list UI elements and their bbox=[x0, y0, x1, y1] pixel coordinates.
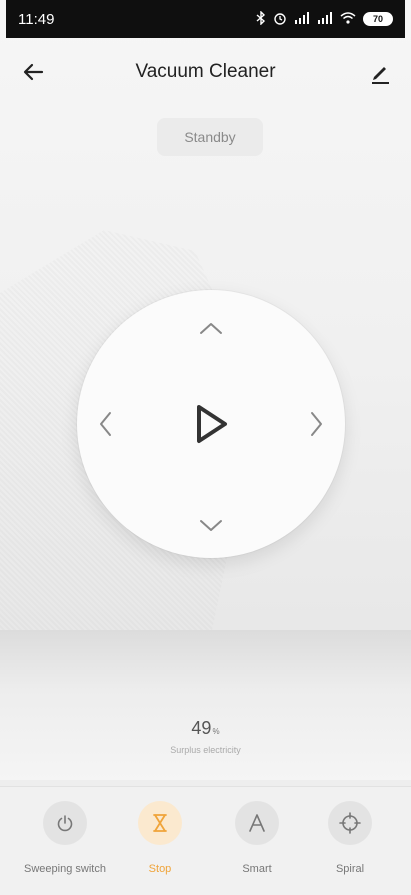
play-icon bbox=[197, 405, 227, 443]
battery-value: 49 bbox=[191, 718, 212, 738]
signal-icon bbox=[317, 11, 333, 27]
action-circle bbox=[43, 801, 87, 845]
power-icon bbox=[57, 815, 73, 832]
app-bar: Vacuum Cleaner bbox=[0, 50, 411, 94]
status-chip: Standby bbox=[157, 118, 263, 156]
app-screen: 11:49 70 Vacuum Cleaner Standby 49% Surp… bbox=[0, 0, 411, 895]
battery-icon: 70 bbox=[363, 12, 393, 26]
background-floor bbox=[0, 630, 411, 780]
play-button[interactable] bbox=[181, 394, 241, 454]
action-circle bbox=[235, 801, 279, 845]
action-circle bbox=[138, 801, 182, 845]
wifi-icon bbox=[340, 11, 356, 27]
status-time: 11:49 bbox=[18, 10, 55, 28]
move-down-button[interactable] bbox=[191, 508, 231, 544]
battery-readout: 49% Surplus electricity bbox=[0, 718, 411, 755]
page-title: Vacuum Cleaner bbox=[135, 61, 276, 82]
status-icons: 70 bbox=[256, 9, 393, 28]
battery-label: Surplus electricity bbox=[170, 745, 241, 755]
action-label: Smart bbox=[242, 863, 272, 875]
pencil-icon bbox=[372, 67, 389, 84]
move-up-button[interactable] bbox=[191, 310, 231, 346]
signal-icon bbox=[294, 11, 310, 27]
arrow-left-icon bbox=[23, 63, 44, 81]
sweeping-switch-button[interactable]: Sweeping switch bbox=[17, 801, 113, 875]
spiral-target-icon bbox=[339, 812, 361, 834]
hourglass-icon bbox=[153, 814, 167, 832]
battery-percentage: 49% bbox=[0, 718, 411, 739]
battery-unit: % bbox=[212, 727, 220, 736]
chevron-up-icon bbox=[200, 323, 222, 334]
letter-a-icon bbox=[249, 814, 265, 832]
direction-pad bbox=[77, 290, 345, 558]
edit-button[interactable] bbox=[367, 58, 393, 86]
action-circle bbox=[328, 801, 372, 845]
action-label: Stop bbox=[148, 863, 172, 875]
move-right-button[interactable] bbox=[299, 404, 335, 444]
smart-button[interactable]: Smart bbox=[209, 801, 305, 875]
status-bar: 11:49 70 bbox=[6, 0, 405, 38]
action-label: Sweeping switch bbox=[24, 863, 106, 875]
back-button[interactable] bbox=[20, 58, 48, 86]
bottom-action-bar: Sweeping switch Stop Smart Spiral bbox=[0, 786, 411, 895]
chevron-right-icon bbox=[311, 412, 322, 436]
alarm-icon bbox=[273, 11, 287, 28]
stop-button[interactable]: Stop bbox=[112, 801, 208, 875]
action-label: Spiral bbox=[335, 863, 365, 875]
chevron-down-icon bbox=[200, 520, 222, 531]
move-left-button[interactable] bbox=[87, 404, 123, 444]
spiral-button[interactable]: Spiral bbox=[302, 801, 398, 875]
chevron-left-icon bbox=[100, 412, 111, 436]
bluetooth-icon bbox=[256, 9, 266, 28]
